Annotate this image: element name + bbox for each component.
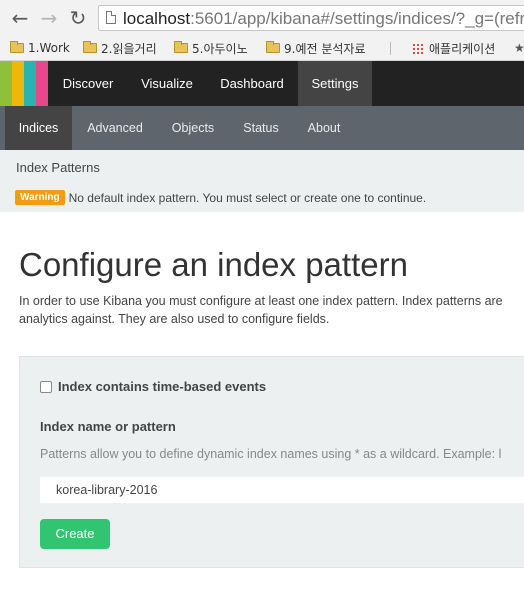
create-button[interactable]: Create	[40, 519, 110, 549]
subtab-about[interactable]: About	[298, 106, 350, 150]
time-based-events-option[interactable]: Index contains time-based events	[40, 379, 266, 394]
back-arrow-icon[interactable]: ←	[9, 6, 31, 30]
bookmark-apps[interactable]: 애플리케이션	[412, 39, 495, 57]
bookmark-star-icon[interactable]: ★	[514, 39, 524, 57]
settings-sub-nav: Indices Advanced Objects Status About	[0, 106, 524, 150]
apps-grid-icon	[412, 42, 423, 54]
forward-arrow-icon[interactable]: →	[38, 6, 60, 30]
logo-stripe-teal	[24, 61, 36, 106]
warning-text: No default index pattern. You must selec…	[68, 190, 427, 205]
url-text: localhost:5601/app/kibana#/settings/indi…	[123, 9, 524, 28]
subtab-indices[interactable]: Indices	[5, 106, 72, 150]
pattern-help-text: Patterns allow you to define dynamic ind…	[40, 447, 502, 461]
intro-text: In order to use Kibana you must configur…	[19, 292, 524, 328]
logo-stripe-pink	[36, 61, 48, 106]
folder-icon	[266, 41, 280, 53]
url-bar[interactable]: localhost:5601/app/kibana#/settings/indi…	[98, 5, 524, 31]
folder-icon	[83, 41, 97, 53]
folder-icon	[174, 41, 188, 53]
time-based-checkbox[interactable]	[40, 380, 52, 393]
index-pattern-form: Index contains time-based events Index n…	[19, 356, 524, 568]
browser-toolbar: ← → ↻ localhost:5601/app/kibana#/setting…	[0, 0, 524, 36]
intro-line: In order to use Kibana you must configur…	[19, 294, 503, 308]
tab-dashboard[interactable]: Dashboard	[208, 61, 296, 106]
reload-icon[interactable]: ↻	[67, 6, 89, 30]
bookmark-folder-reading[interactable]: 2.읽을거리	[83, 39, 157, 57]
breadcrumb: Index Patterns	[16, 160, 100, 175]
logo-stripe-green	[0, 61, 12, 106]
intro-line: analytics against. They are also used to…	[19, 312, 330, 326]
index-pattern-input[interactable]	[40, 477, 524, 503]
page-title: Configure an index pattern	[19, 246, 408, 283]
subtab-status[interactable]: Status	[232, 106, 290, 150]
bookmark-separator	[390, 42, 391, 55]
index-patterns-header: Index Patterns Warning No default index …	[0, 150, 524, 212]
checkbox-label: Index contains time-based events	[58, 379, 267, 394]
bookmark-folder-arduino[interactable]: 5.아두이노	[174, 39, 248, 57]
bookmark-folder-work[interactable]: 1.Work	[10, 39, 70, 57]
kibana-top-nav: Discover Visualize Dashboard Settings	[0, 61, 524, 106]
kibana-logo[interactable]	[0, 61, 48, 106]
subtab-advanced[interactable]: Advanced	[76, 106, 154, 150]
bookmark-folder-analysis[interactable]: 9.예전 분석자료	[266, 39, 366, 57]
tab-settings[interactable]: Settings	[298, 61, 372, 106]
folder-icon	[10, 41, 24, 53]
tab-visualize[interactable]: Visualize	[128, 61, 206, 106]
index-name-label: Index name or pattern	[40, 419, 176, 434]
warning-message: Warning No default index pattern. You mu…	[15, 190, 426, 205]
page-icon	[106, 11, 116, 24]
warning-badge: Warning	[15, 190, 65, 205]
tab-discover[interactable]: Discover	[50, 61, 126, 106]
bookmarks-bar: 1.Work 2.읽을거리 5.아두이노 9.예전 분석자료 애플리케이션 ★	[0, 36, 524, 61]
subtab-objects[interactable]: Objects	[162, 106, 224, 150]
logo-stripe-yellow	[12, 61, 24, 106]
